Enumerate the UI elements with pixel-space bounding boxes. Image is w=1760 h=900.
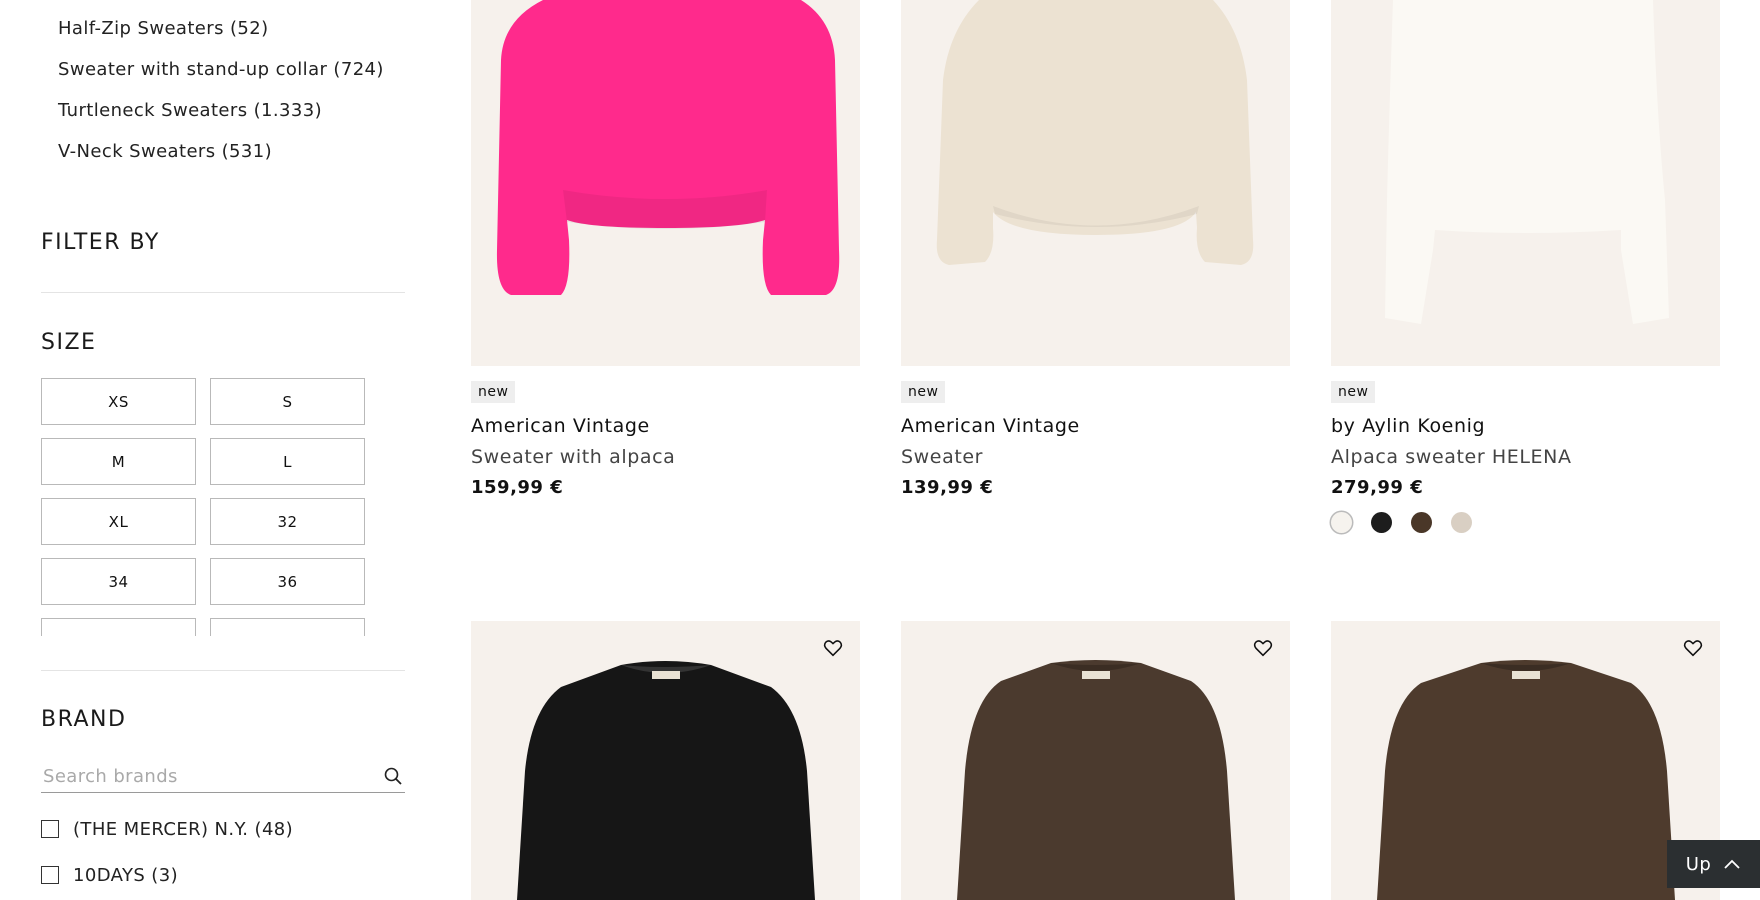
category-v-neck[interactable]: V-Neck Sweaters (531) <box>58 131 384 172</box>
product-card[interactable]: new American Vintage Sweater with alpaca… <box>471 0 860 498</box>
product-card[interactable] <box>901 621 1290 900</box>
divider <box>41 670 405 671</box>
size-option-xl[interactable]: XL <box>41 498 196 545</box>
scroll-up-label: Up <box>1685 853 1712 875</box>
product-name[interactable]: Sweater with alpaca <box>471 446 860 468</box>
brand-option[interactable]: (THE MERCER) N.Y. (48) <box>41 806 293 852</box>
product-image[interactable] <box>471 621 860 900</box>
color-swatch-black[interactable] <box>1371 512 1392 533</box>
sweater-image <box>517 661 815 900</box>
size-option-m[interactable]: M <box>41 438 196 485</box>
brand-filter-title: BRAND <box>41 707 127 732</box>
size-option-32[interactable]: 32 <box>210 498 365 545</box>
product-card[interactable] <box>1331 621 1720 900</box>
sweater-shape <box>1377 660 1675 900</box>
size-option-40[interactable]: 40 <box>210 618 365 636</box>
brand-checkbox[interactable] <box>41 820 59 838</box>
new-badge: new <box>1331 381 1376 403</box>
product-image[interactable] <box>1331 621 1720 900</box>
product-image[interactable] <box>471 0 860 366</box>
size-filter-title: SIZE <box>41 330 97 355</box>
new-badge: new <box>901 381 946 403</box>
sweater-shape <box>957 660 1235 900</box>
color-swatch-white[interactable] <box>1331 512 1352 533</box>
color-swatches <box>1331 512 1720 533</box>
product-listing-page: Half-Zip Sweaters (52) Sweater with stan… <box>0 0 1760 900</box>
product-price: 139,99 € <box>901 477 994 498</box>
category-list: Half-Zip Sweaters (52) Sweater with stan… <box>58 8 384 172</box>
sweater-shape <box>496 0 840 295</box>
product-image[interactable] <box>901 621 1290 900</box>
heart-icon[interactable] <box>1682 637 1704 659</box>
brand-option-label: (THE MERCER) N.Y. (48) <box>73 818 294 840</box>
size-option-l[interactable]: L <box>210 438 365 485</box>
brand-search-input[interactable] <box>41 765 383 787</box>
size-option-38[interactable]: 38 <box>41 618 196 636</box>
sweater-image <box>1377 660 1675 900</box>
heart-icon[interactable] <box>1252 637 1274 659</box>
sweater-shape <box>936 0 1254 265</box>
chevron-up-icon <box>1724 859 1740 869</box>
size-options-scroll[interactable]: XS S M L XL 32 34 36 38 40 <box>41 378 371 636</box>
product-price: 159,99 € <box>471 477 564 498</box>
size-option-36[interactable]: 36 <box>210 558 365 605</box>
product-brand[interactable]: American Vintage <box>901 415 1290 437</box>
product-brand[interactable]: by Aylin Koenig <box>1331 415 1720 437</box>
category-turtleneck[interactable]: Turtleneck Sweaters (1.333) <box>58 90 384 131</box>
product-card[interactable]: new American Vintage Sweater 139,99 € <box>901 0 1290 498</box>
category-half-zip[interactable]: Half-Zip Sweaters (52) <box>58 8 384 49</box>
filter-sidebar: Half-Zip Sweaters (52) Sweater with stan… <box>0 0 420 900</box>
product-card[interactable]: new by Aylin Koenig Alpaca sweater HELEN… <box>1331 0 1720 533</box>
brand-option[interactable]: 10DAYS (3) <box>41 852 293 898</box>
sweater-image <box>957 660 1235 900</box>
product-image[interactable] <box>901 0 1290 366</box>
product-image[interactable] <box>1331 0 1720 366</box>
color-swatch-brown[interactable] <box>1411 512 1432 533</box>
sweater-image <box>1385 0 1669 324</box>
size-option-s[interactable]: S <box>210 378 365 425</box>
filter-by-title: FILTER BY <box>41 230 160 255</box>
heart-icon[interactable] <box>822 637 844 659</box>
sweater-shape <box>517 661 815 900</box>
product-card[interactable] <box>471 621 860 900</box>
sweater-shape <box>1385 0 1669 324</box>
size-option-xs[interactable]: XS <box>41 378 196 425</box>
color-swatch-beige[interactable] <box>1451 512 1472 533</box>
brand-search-box <box>41 760 405 793</box>
brand-checkbox[interactable] <box>41 866 59 884</box>
size-option-34[interactable]: 34 <box>41 558 196 605</box>
product-price: 279,99 € <box>1331 477 1424 498</box>
product-name[interactable]: Sweater <box>901 446 1290 468</box>
divider <box>41 292 405 293</box>
product-name[interactable]: Alpaca sweater HELENA <box>1331 446 1720 468</box>
search-icon[interactable] <box>383 766 403 786</box>
new-badge: new <box>471 381 516 403</box>
scroll-up-button[interactable]: Up <box>1667 840 1760 888</box>
category-stand-up-collar[interactable]: Sweater with stand-up collar (724) <box>58 49 384 90</box>
product-brand[interactable]: American Vintage <box>471 415 860 437</box>
brand-option-label: 10DAYS (3) <box>73 864 179 886</box>
sweater-image <box>496 0 840 295</box>
brand-list: (THE MERCER) N.Y. (48) 10DAYS (3) <box>41 806 293 898</box>
sweater-image <box>936 0 1254 265</box>
